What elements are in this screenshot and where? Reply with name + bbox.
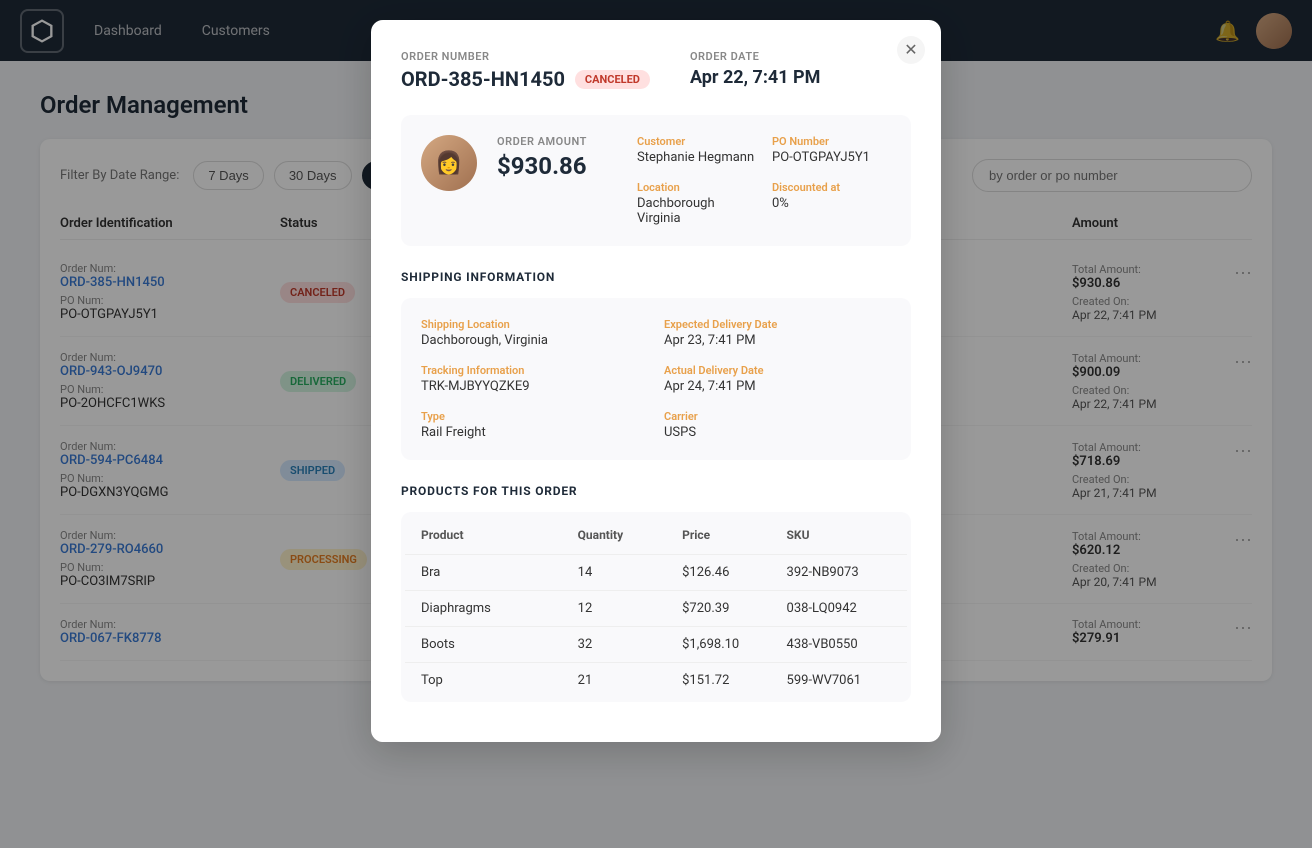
col-product: Product xyxy=(421,528,578,542)
actual-delivery-label: Actual Delivery Date xyxy=(664,364,891,377)
type-label: Type xyxy=(421,410,648,423)
product-sku: 438-VB0550 xyxy=(787,637,891,652)
expected-delivery-item: Expected Delivery Date Apr 23, 7:41 PM xyxy=(664,318,891,348)
modal-order-id-text: ORD-385-HN1450 xyxy=(401,67,565,91)
shipping-card: Shipping Location Dachborough, Virginia … xyxy=(401,298,911,460)
order-amount-label: ORDER AMOUNT xyxy=(497,135,617,148)
modal-close-button[interactable]: ✕ xyxy=(897,36,925,64)
col-quantity: Quantity xyxy=(578,528,682,542)
product-qty: 12 xyxy=(578,601,682,616)
product-price: $1,698.10 xyxy=(682,637,786,652)
tracking-item: Tracking Information TRK-MJBYYQZKE9 xyxy=(421,364,648,394)
shipping-section-title: SHIPPING INFORMATION xyxy=(401,270,911,284)
carrier-label: Carrier xyxy=(664,410,891,423)
customer-name: Stephanie Hegmann xyxy=(637,150,756,165)
product-sku: 392-NB9073 xyxy=(787,565,891,580)
products-section-title: PRODUCTS FOR THIS ORDER xyxy=(401,484,911,498)
location-item: Location Dachborough Virginia xyxy=(637,181,756,226)
carrier-value: USPS xyxy=(664,425,891,440)
customer-avatar: 👩 xyxy=(421,135,477,191)
actual-delivery-value: Apr 24, 7:41 PM xyxy=(664,379,891,394)
modal-order-id: ORD-385-HN1450 CANCELED xyxy=(401,67,650,91)
type-item: Type Rail Freight xyxy=(421,410,648,440)
product-name: Bra xyxy=(421,565,578,580)
customer-details: Customer Stephanie Hegmann PO Number PO-… xyxy=(637,135,891,226)
product-name: Boots xyxy=(421,637,578,652)
discounted-item: Discounted at 0% xyxy=(772,181,891,226)
product-price: $126.46 xyxy=(682,565,786,580)
discounted-label: Discounted at xyxy=(772,181,891,194)
products-table-header: Product Quantity Price SKU xyxy=(405,516,907,555)
product-row: Diaphragms 12 $720.39 038-LQ0942 xyxy=(405,591,907,627)
location-value: Dachborough Virginia xyxy=(637,196,756,226)
product-price: $720.39 xyxy=(682,601,786,616)
product-sku: 038-LQ0942 xyxy=(787,601,891,616)
actual-delivery-item: Actual Delivery Date Apr 24, 7:41 PM xyxy=(664,364,891,394)
discounted-value: 0% xyxy=(772,196,891,211)
products-table: Product Quantity Price SKU Bra 14 $126.4… xyxy=(401,512,911,702)
col-price: Price xyxy=(682,528,786,542)
expected-delivery-label: Expected Delivery Date xyxy=(664,318,891,331)
shipping-location-value: Dachborough, Virginia xyxy=(421,333,648,348)
location-label: Location xyxy=(637,181,756,194)
modal-date-section: ORDER DATE Apr 22, 7:41 PM xyxy=(690,50,820,91)
shipping-grid: Shipping Location Dachborough, Virginia … xyxy=(421,318,891,440)
tracking-label: Tracking Information xyxy=(421,364,648,377)
order-number-label: ORDER NUMBER xyxy=(401,50,650,63)
product-qty: 32 xyxy=(578,637,682,652)
product-row: Bra 14 $126.46 392-NB9073 xyxy=(405,555,907,591)
col-sku: SKU xyxy=(787,528,891,542)
customer-card: 👩 ORDER AMOUNT $930.86 Customer Stephani… xyxy=(401,115,911,246)
product-name: Top xyxy=(421,673,578,688)
modal-status-badge: CANCELED xyxy=(575,70,650,89)
modal-order-section: ORDER NUMBER ORD-385-HN1450 CANCELED xyxy=(401,50,650,91)
shipping-location-label: Shipping Location xyxy=(421,318,648,331)
modal-date-text: Apr 22, 7:41 PM xyxy=(690,67,820,88)
carrier-item: Carrier USPS xyxy=(664,410,891,440)
order-amount-value: $930.86 xyxy=(497,152,617,180)
po-number-value: PO-OTGPAYJ5Y1 xyxy=(772,150,891,165)
shipping-location-item: Shipping Location Dachborough, Virginia xyxy=(421,318,648,348)
order-amount-section: ORDER AMOUNT $930.86 xyxy=(497,135,617,226)
type-value: Rail Freight xyxy=(421,425,648,440)
product-price: $151.72 xyxy=(682,673,786,688)
order-detail-modal: ✕ ORDER NUMBER ORD-385-HN1450 CANCELED O… xyxy=(371,20,941,742)
order-date-label: ORDER DATE xyxy=(690,50,820,63)
modal-overlay: ✕ ORDER NUMBER ORD-385-HN1450 CANCELED O… xyxy=(0,0,1312,848)
product-row: Top 21 $151.72 599-WV7061 xyxy=(405,663,907,698)
customer-name-item: Customer Stephanie Hegmann xyxy=(637,135,756,165)
product-sku: 599-WV7061 xyxy=(787,673,891,688)
modal-header: ORDER NUMBER ORD-385-HN1450 CANCELED ORD… xyxy=(401,50,911,91)
product-qty: 14 xyxy=(578,565,682,580)
tracking-value: TRK-MJBYYQZKE9 xyxy=(421,379,648,394)
product-qty: 21 xyxy=(578,673,682,688)
expected-delivery-value: Apr 23, 7:41 PM xyxy=(664,333,891,348)
po-number-item: PO Number PO-OTGPAYJ5Y1 xyxy=(772,135,891,165)
customer-label: Customer xyxy=(637,135,756,148)
product-name: Diaphragms xyxy=(421,601,578,616)
po-number-label: PO Number xyxy=(772,135,891,148)
product-row: Boots 32 $1,698.10 438-VB0550 xyxy=(405,627,907,663)
